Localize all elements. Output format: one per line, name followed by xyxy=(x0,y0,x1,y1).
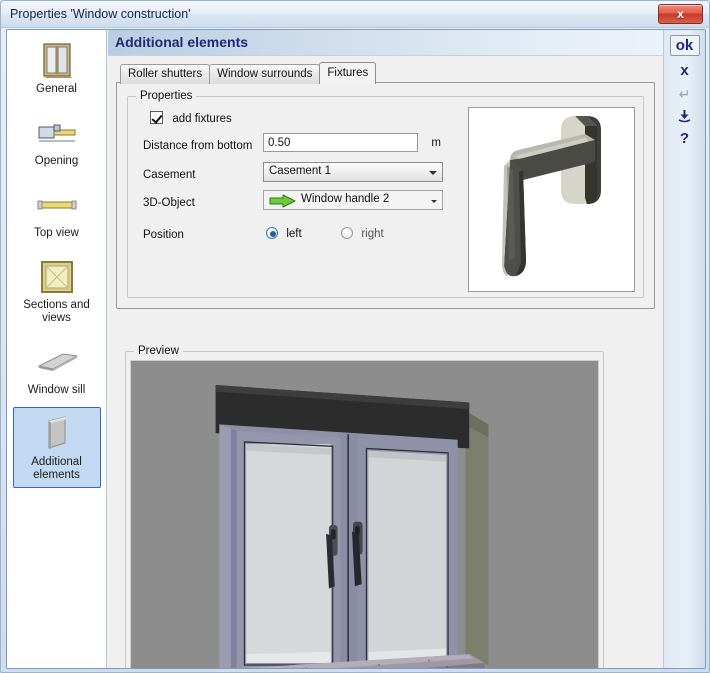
casement-label: Casement xyxy=(143,169,196,181)
sidebar-item-additional-elements[interactable]: Additional elements xyxy=(12,407,101,488)
object-3d-value: Window handle 2 xyxy=(301,193,390,205)
cancel-button[interactable]: x xyxy=(670,63,700,79)
properties-group: Properties add fixtures Distance from bo… xyxy=(127,90,644,298)
distance-from-bottom-label: Distance from bottom xyxy=(143,140,253,152)
casement-combobox[interactable]: Casement 1 xyxy=(263,162,443,182)
add-fixtures-row: add fixtures xyxy=(150,111,232,125)
preview-group-legend: Preview xyxy=(134,345,183,357)
sidebar-item-opening[interactable]: Opening xyxy=(13,106,101,174)
sidebar: General Opening Top view Sections and vi… xyxy=(7,30,107,668)
top-view-icon xyxy=(16,183,98,227)
casement-label-wrap: Casement xyxy=(143,167,195,181)
green-arrow-icon xyxy=(269,194,296,211)
additional-elements-icon xyxy=(16,412,98,456)
properties-group-legend: Properties xyxy=(136,90,197,102)
window-handle-3d-render xyxy=(469,108,634,291)
sidebar-item-label: Window sill xyxy=(27,384,86,396)
section-header: Additional elements xyxy=(108,30,705,56)
opening-icon xyxy=(16,111,98,155)
window-3d-render xyxy=(131,361,598,668)
page-title: Additional elements xyxy=(115,34,249,50)
distance-from-bottom-label-wrap: Distance from bottom xyxy=(143,138,252,152)
help-button[interactable]: ? xyxy=(670,131,700,147)
sidebar-item-sections-and-views[interactable]: Sections and views xyxy=(13,250,101,331)
add-fixtures-label: add fixtures xyxy=(172,113,232,125)
window-preview-canvas xyxy=(130,360,599,668)
add-fixtures-checkbox[interactable] xyxy=(150,111,163,124)
position-radio-left[interactable]: left xyxy=(266,226,302,240)
object-3d-label: 3D-Object xyxy=(143,197,195,209)
casement-row: Casement 1 xyxy=(263,162,443,182)
casement-value: Casement 1 xyxy=(269,165,332,177)
position-left-radio[interactable] xyxy=(266,227,278,239)
position-radio-right[interactable]: right xyxy=(341,226,384,240)
dialog-window: Properties 'Window construction' x Gener… xyxy=(0,0,710,673)
object-3d-combobox[interactable]: Window handle 2 xyxy=(263,190,443,210)
preview-group: Preview xyxy=(125,345,604,668)
client-area: General Opening Top view Sections and vi… xyxy=(6,29,706,669)
tab-content-fixtures: Properties add fixtures Distance from bo… xyxy=(116,82,655,668)
close-button[interactable]: x xyxy=(658,4,703,24)
window-sill-icon xyxy=(16,340,98,384)
position-label-wrap: Position xyxy=(143,227,184,241)
sidebar-item-label: General xyxy=(36,83,77,95)
chevron-down-icon xyxy=(431,200,437,203)
tab-strip: Roller shutters Window surrounds Fixture… xyxy=(116,62,655,84)
window-title: Properties 'Window construction' xyxy=(10,7,191,21)
tab-panel: Roller shutters Window surrounds Fixture… xyxy=(116,62,655,668)
object-3d-preview xyxy=(468,107,635,292)
sidebar-item-label: Opening xyxy=(34,155,79,167)
apply-button[interactable]: ↵ xyxy=(670,86,700,102)
sidebar-item-general[interactable]: General xyxy=(13,34,101,102)
object-3d-row: Window handle 2 xyxy=(263,190,443,210)
position-left-label: left xyxy=(286,228,302,240)
sidebar-item-label: Sections and views xyxy=(23,299,90,324)
title-bar: Properties 'Window construction' x xyxy=(1,1,709,28)
close-icon: x xyxy=(677,7,684,21)
sections-icon xyxy=(16,255,98,299)
tab-fixtures[interactable]: Fixtures xyxy=(319,62,377,84)
tab-window-surrounds[interactable]: Window surrounds xyxy=(209,64,321,84)
sidebar-item-window-sill[interactable]: Window sill xyxy=(13,335,101,403)
sidebar-item-label: Additional elements xyxy=(31,456,82,481)
action-rail: ok x ↵ ? xyxy=(663,30,705,668)
position-right-radio[interactable] xyxy=(341,227,353,239)
window-icon xyxy=(16,39,98,83)
chevron-down-icon xyxy=(429,171,437,175)
distance-from-bottom-input[interactable] xyxy=(263,133,418,152)
sidebar-item-top-view[interactable]: Top view xyxy=(13,178,101,246)
position-label: Position xyxy=(143,229,184,241)
content-area: Additional elements ok x ↵ ? Roller shut… xyxy=(108,30,705,668)
distance-unit-label: m xyxy=(431,136,441,149)
save-icon[interactable] xyxy=(670,109,700,125)
sidebar-item-label: Top view xyxy=(34,227,79,239)
object-3d-label-wrap: 3D-Object xyxy=(143,195,195,209)
tab-roller-shutters[interactable]: Roller shutters xyxy=(120,64,211,84)
position-right-label: right xyxy=(361,228,384,240)
distance-from-bottom-row: m xyxy=(263,133,441,152)
ok-button[interactable]: ok xyxy=(669,35,700,56)
